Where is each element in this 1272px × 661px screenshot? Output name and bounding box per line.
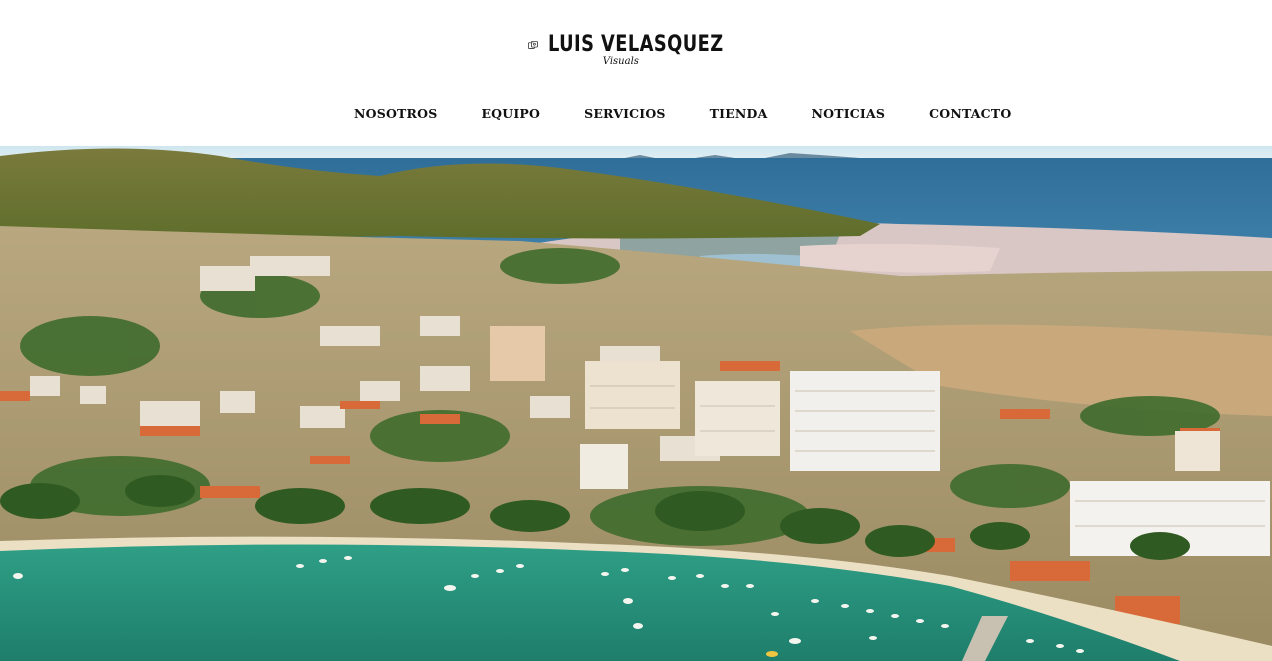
brand-tagline: Visuals (602, 56, 639, 67)
nav-servicios[interactable]: SERVICIOS (584, 106, 666, 121)
brand-name: LUIS VELASQUEZ (547, 32, 724, 57)
aerial-coastal-town-image (0, 146, 1272, 661)
camera-logo-icon (528, 41, 538, 49)
nav-equipo[interactable]: EQUIPO (481, 106, 540, 121)
main-nav: NOSOTROS EQUIPO SERVICIOS TIENDA NOTICIA… (354, 106, 1011, 121)
nav-contacto[interactable]: CONTACTO (929, 106, 1011, 121)
nav-tienda[interactable]: TIENDA (710, 106, 768, 121)
nav-noticias[interactable]: NOTICIAS (812, 106, 886, 121)
hero-image (0, 146, 1272, 661)
site-header: LUIS VELASQUEZ Visuals NOSOTROS EQUIPO S… (0, 0, 1272, 146)
site-logo[interactable]: LUIS VELASQUEZ Visuals (528, 22, 743, 74)
nav-nosotros[interactable]: NOSOTROS (354, 106, 437, 121)
